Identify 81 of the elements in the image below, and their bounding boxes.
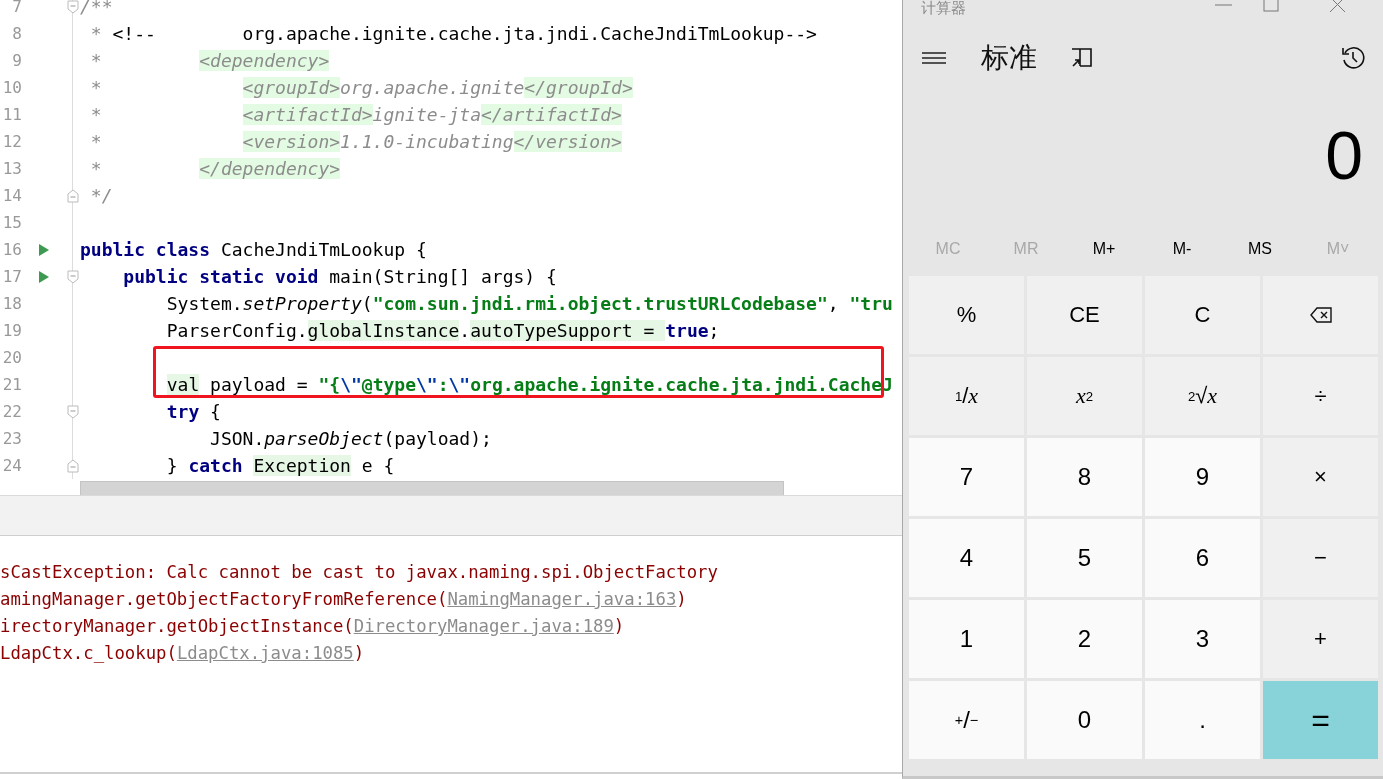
code-line: * <version>1.1.0-incubating</version> xyxy=(89,130,622,154)
calculator-key[interactable]: 0 xyxy=(1027,681,1142,759)
console-text: ) xyxy=(676,589,687,609)
fold-icon[interactable] xyxy=(67,269,79,284)
code-line: System.setProperty("com.sun.jndi.rmi.object.trustURLCodebase", "tru xyxy=(165,292,893,316)
backspace-button[interactable] xyxy=(1263,276,1378,354)
mode-title: 标准 xyxy=(981,40,1037,76)
window-title: 计算器 xyxy=(921,1,966,16)
calculator-key[interactable]: CE xyxy=(1027,276,1142,354)
calculator-key[interactable]: $^{2}$√x xyxy=(1145,357,1260,435)
calculator-key[interactable]: x$^{2}$ xyxy=(1027,357,1142,435)
code-line: /** xyxy=(80,0,113,19)
console-text: LdapCtx.c_lookup( xyxy=(0,643,177,663)
calculator-key[interactable]: = xyxy=(1263,681,1378,759)
line-number: 15 xyxy=(1,213,22,232)
calculator-key[interactable]: 5 xyxy=(1027,519,1142,597)
calculator-key[interactable]: + xyxy=(1263,600,1378,678)
fold-icon[interactable] xyxy=(67,188,79,203)
calculator-key[interactable]: % xyxy=(909,276,1024,354)
fold-icon[interactable] xyxy=(67,458,79,473)
console-text: ) xyxy=(613,616,625,636)
code-line: * <artifactId>ignite-jta</artifactId> xyxy=(89,103,622,127)
code-line: * </dependency> xyxy=(89,157,341,181)
run-icon[interactable] xyxy=(38,269,50,284)
menu-icon[interactable] xyxy=(921,51,947,65)
code-line: try { xyxy=(165,400,221,424)
calculator-key[interactable]: 3 xyxy=(1145,600,1260,678)
line-number: 16 xyxy=(1,240,22,259)
line-number: 14 xyxy=(1,186,22,205)
line-number: 7 xyxy=(11,0,22,16)
code-line: public class CacheJndiTmLookup { xyxy=(80,238,427,262)
code-line: * <groupId>org.apache.ignite</groupId> xyxy=(89,76,633,100)
console-text: sCastException: Calc cannot be cast to javax.naming.spi.ObjectFactory xyxy=(0,562,718,582)
code-line: public static void main(String[] args) { xyxy=(122,265,557,289)
calculator-key[interactable]: − xyxy=(1263,519,1378,597)
calculator-key[interactable]: 2 xyxy=(1027,600,1142,678)
line-number: 21 xyxy=(1,375,22,394)
line-number: 20 xyxy=(1,348,22,367)
line-number: 18 xyxy=(1,294,22,313)
calculator-key[interactable]: × xyxy=(1263,438,1378,516)
calculator-key[interactable]: . xyxy=(1145,681,1260,759)
code-line: JSON.parseObject(payload); xyxy=(209,427,492,451)
code-line: } catch Exception e { xyxy=(165,454,395,478)
line-number: 17 xyxy=(1,267,22,286)
calculator-key[interactable]: 1 xyxy=(909,600,1024,678)
line-number: 24 xyxy=(1,456,22,475)
calculator-key[interactable]: 7 xyxy=(909,438,1024,516)
calculator-key[interactable]: 9 xyxy=(1145,438,1260,516)
line-number: 8 xyxy=(11,24,22,43)
memory-button[interactable]: M+ xyxy=(1074,236,1134,262)
backspace-icon xyxy=(1309,307,1332,323)
overlay-mode-icon[interactable] xyxy=(1071,48,1093,68)
line-number: 11 xyxy=(1,105,22,124)
line-number: 9 xyxy=(11,51,22,70)
line-number: 10 xyxy=(1,78,22,97)
calculator-key[interactable]: 6 xyxy=(1145,519,1260,597)
code-line: * <dependency> xyxy=(89,49,330,73)
calculator-key[interactable]: $^{1}$/x xyxy=(909,357,1024,435)
result-display: 0 xyxy=(1325,116,1363,194)
history-icon[interactable] xyxy=(1340,45,1366,71)
memory-button[interactable]: M- xyxy=(1152,236,1212,262)
calculator-key[interactable]: ÷ xyxy=(1263,357,1378,435)
calculator-key[interactable]: 4 xyxy=(909,519,1024,597)
code-line: ParserConfig.globalInstance.autoTypeSupport = true; xyxy=(165,319,720,343)
line-number: 19 xyxy=(1,321,22,340)
line-number: 12 xyxy=(1,132,22,151)
fold-icon[interactable] xyxy=(67,404,79,419)
console-text: amingManager.getObjectFactoryFromReference( xyxy=(0,589,448,609)
run-icon[interactable] xyxy=(38,242,50,257)
code-line: */ xyxy=(89,184,113,208)
horizontal-scrollbar[interactable] xyxy=(80,481,784,495)
line-number: 22 xyxy=(1,402,22,421)
console-text: irectoryManager.getObjectInstance( xyxy=(0,616,354,636)
line-number: 13 xyxy=(1,159,22,178)
line-number: 23 xyxy=(1,429,22,448)
code-line: * <!-- org.apache.ignite.cache.jta.jndi.CacheJndiTmLookup--> xyxy=(89,22,817,46)
calculator-key[interactable]: C xyxy=(1145,276,1260,354)
fold-icon[interactable] xyxy=(67,0,79,14)
console-text: ) xyxy=(353,643,365,663)
memory-button[interactable]: MS xyxy=(1230,236,1290,262)
calculator-key[interactable]: 8 xyxy=(1027,438,1142,516)
